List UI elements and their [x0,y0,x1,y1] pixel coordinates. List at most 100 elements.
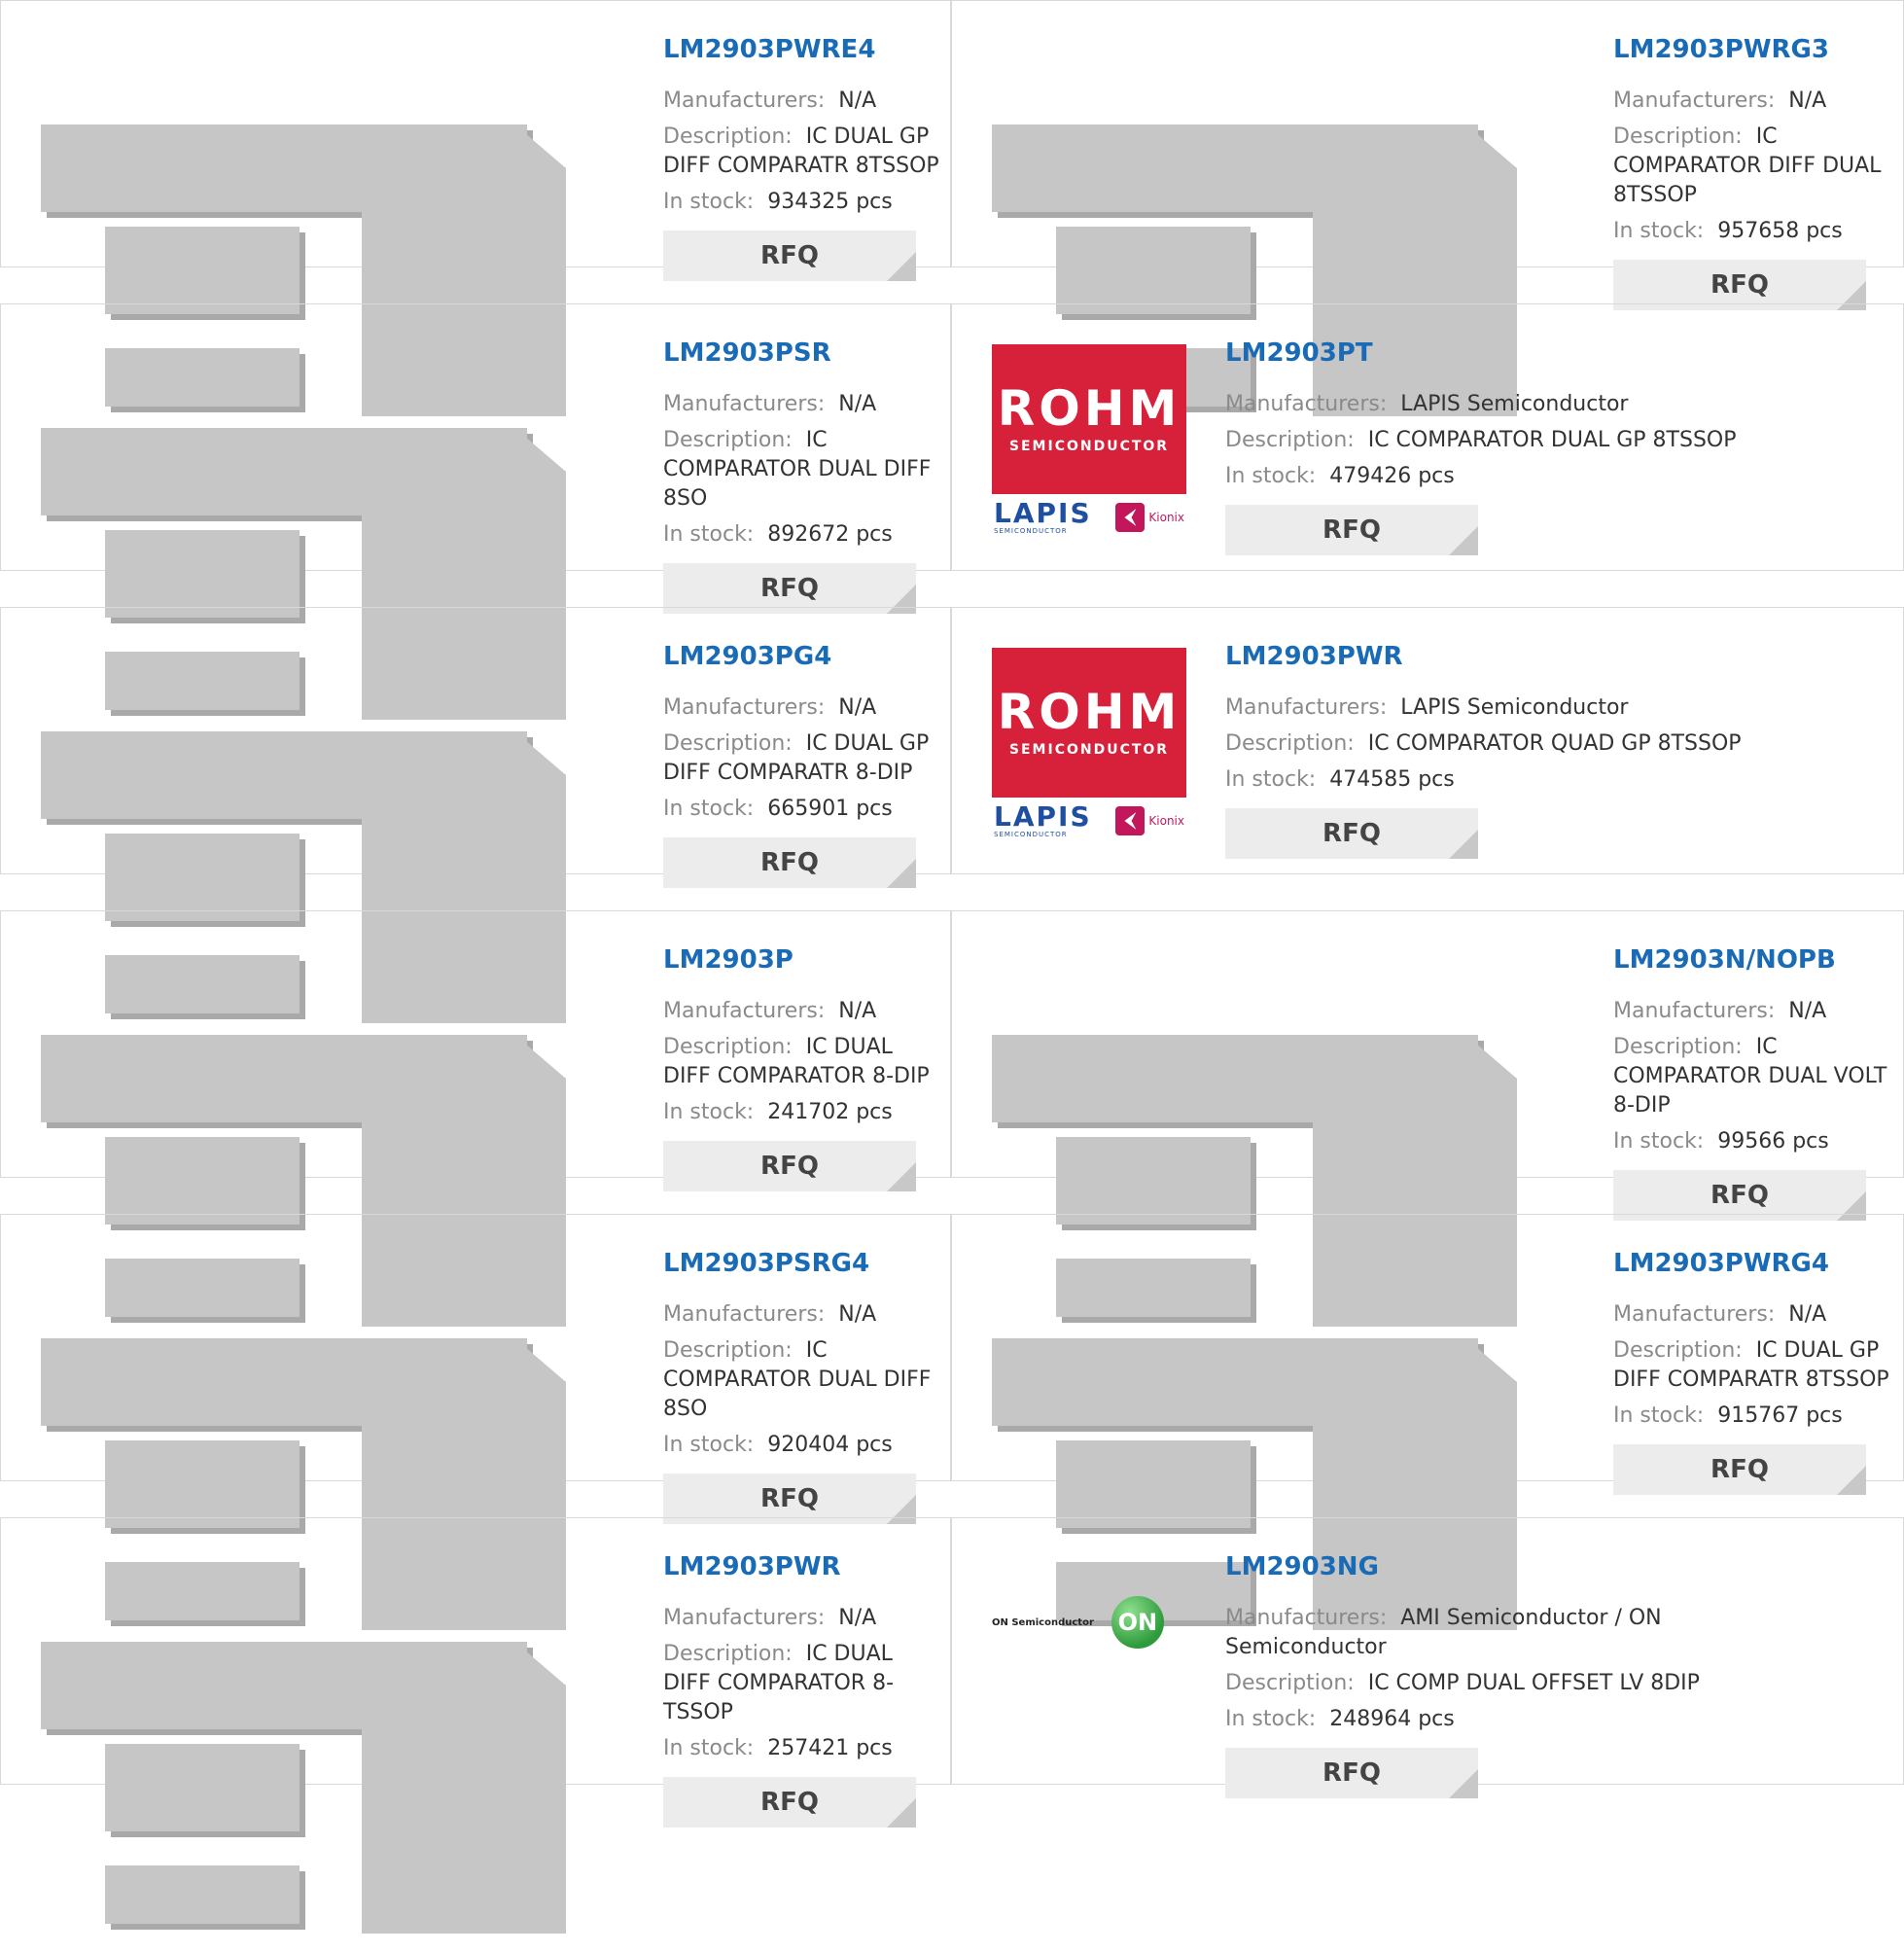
part-number-link[interactable]: LM2903PSR [663,338,945,369]
description-row: Description: IC DUAL GP DIFF COMPARATR 8T… [1613,1336,1895,1395]
stock-label: In stock: [663,522,755,548]
stock-label: In stock: [663,1433,755,1458]
part-number-link[interactable]: LM2903PWR [1225,642,1750,672]
description-value: IC COMPARATOR QUAD GP 8TSSOP [1367,731,1742,757]
description-row: Description: IC COMP DUAL OFFSET LV 8DIP [1225,1669,1750,1698]
description-row: Description: IC DUAL GP DIFF COMPARATR 8-… [663,729,945,788]
manufacturer-value: N/A [1788,89,1827,114]
description-label: Description: [663,428,793,453]
stock-row: In stock: 920404 pcs [663,1431,945,1460]
stock-row: In stock: 257421 pcs [663,1734,945,1763]
rohm-subtitle: SEMICONDUCTOR [1008,439,1170,454]
manufacturer-label: Manufacturers: [1225,392,1388,417]
stock-label: In stock: [663,190,755,215]
manufacturer-value: N/A [838,1606,877,1631]
kionix-logo: Kionix [1115,806,1184,835]
description-value: IC COMPARATOR DUAL GP 8TSSOP [1367,428,1737,453]
stock-value: 892672 pcs [767,522,893,548]
lapis-kionix-row: LAPIS SEMICONDUCTOR Kionix [992,494,1186,541]
stock-value: 241702 pcs [767,1100,893,1125]
manufacturer-label: Manufacturers: [1225,1606,1388,1631]
part-number-link[interactable]: LM2903P [663,945,945,976]
description-row: Description: IC COMPARATOR DUAL VOLT 8-DI… [1613,1033,1895,1120]
part-number-link[interactable]: LM2903PWRG4 [1613,1249,1895,1279]
part-number-link[interactable]: LM2903PWRG3 [1613,35,1895,65]
rfq-button[interactable]: RFQ [1225,505,1478,556]
manufacturer-value: N/A [838,392,877,417]
product-grid: LM2903PWRE4 Manufacturers: N/A Description:… [0,0,1904,1934]
product-info: LM2903PWRG3 Manufacturers: N/A Description:… [1613,35,1895,311]
manufacturer-value: LAPIS Semiconductor [1400,695,1629,721]
part-number-link[interactable]: LM2903PG4 [663,642,945,672]
rfq-button[interactable]: RFQ [1613,1444,1866,1496]
description-label: Description: [1225,1671,1355,1696]
description-row: Description: IC COMPARATOR DUAL DIFF 8SO [663,1336,945,1424]
rohm-subtitle: SEMICONDUCTOR [1008,742,1170,758]
stock-row: In stock: 241702 pcs [663,1098,945,1127]
rohm-logo: ROHM SEMICONDUCTOR [992,648,1186,798]
rohm-lapis-logo: ROHM SEMICONDUCTOR LAPIS SEMICONDUCTOR Kioni… [992,648,1186,844]
rfq-button[interactable]: RFQ [663,837,916,889]
manufacturer-row: Manufacturers: N/A [1613,1300,1895,1330]
manufacturer-label: Manufacturers: [663,999,826,1024]
rohm-lapis-logo: ROHM SEMICONDUCTOR LAPIS SEMICONDUCTOR Kioni… [992,344,1186,541]
rfq-button[interactable]: RFQ [663,231,916,282]
part-number-link[interactable]: LM2903PWR [663,1552,945,1582]
lapis-logo: LAPIS SEMICONDUCTOR [994,803,1092,839]
part-number-link[interactable]: LM2903PWRE4 [663,35,945,65]
part-number-link[interactable]: LM2903NG [1225,1552,1750,1582]
manufacturer-row: Manufacturers: AMI Semiconductor / ON Sem… [1225,1604,1750,1662]
kionix-icon [1115,503,1146,532]
product-info: LM2903PWR Manufacturers: LAPIS Semiconduct… [1225,642,1750,860]
manufacturer-row: Manufacturers: N/A [663,1604,945,1633]
stock-label: In stock: [663,797,755,822]
description-row: Description: IC DUAL DIFF COMPARATOR 8-DI… [663,1033,945,1091]
stock-value: 474585 pcs [1329,767,1455,793]
rfq-button[interactable]: RFQ [663,1141,916,1192]
manufacturer-label: Manufacturers: [663,392,826,417]
kionix-wordmark: Kionix [1148,814,1184,828]
manufacturer-value: LAPIS Semiconductor [1400,392,1629,417]
description-row: Description: IC COMPARATOR DUAL DIFF 8SO [663,426,945,514]
stock-label: In stock: [1225,1707,1317,1732]
stock-label: In stock: [1613,1403,1705,1429]
manufacturer-label: Manufacturers: [663,1302,826,1328]
description-row: Description: IC COMPARATOR DIFF DUAL 8TSS… [1613,123,1895,210]
lapis-logo: LAPIS SEMICONDUCTOR [994,497,1092,536]
product-info: LM2903PT Manufacturers: LAPIS Semiconducto… [1225,338,1750,556]
rohm-logo: ROHM SEMICONDUCTOR [992,344,1186,494]
lapis-kionix-row: LAPIS SEMICONDUCTOR Kionix [992,798,1186,844]
product-info: LM2903PWR Manufacturers: N/A Description: IC… [663,1552,945,1829]
description-label: Description: [663,731,793,757]
description-label: Description: [1613,1338,1743,1364]
part-number-link[interactable]: LM2903PT [1225,338,1750,369]
on-semiconductor-logo: ON Semiconductor ON [992,1593,1186,1651]
product-info: LM2903PWRE4 Manufacturers: N/A Description:… [663,35,945,282]
stock-label: In stock: [1225,464,1317,489]
description-row: Description: IC DUAL DIFF COMPARATOR 8-TS… [663,1640,945,1727]
description-label: Description: [1225,428,1355,453]
manufacturer-row: Manufacturers: N/A [663,390,945,419]
chip-lead [105,1865,300,1924]
stock-row: In stock: 479426 pcs [1225,462,1750,491]
on-wordmark: ON Semiconductor [992,1616,1094,1628]
manufacturer-value: N/A [838,695,877,721]
description-label: Description: [663,124,793,150]
rfq-button[interactable]: RFQ [663,1777,916,1829]
description-label: Description: [663,1642,793,1667]
rfq-button[interactable]: RFQ [1225,808,1478,860]
stock-value: 920404 pcs [767,1433,893,1458]
part-number-link[interactable]: LM2903N/NOPB [1613,945,1895,976]
manufacturer-value: N/A [838,89,877,114]
stock-value: 257421 pcs [767,1736,893,1761]
stock-row: In stock: 957658 pcs [1613,217,1895,246]
lapis-wordmark: LAPIS [994,497,1092,529]
manufacturer-row: Manufacturers: N/A [663,1300,945,1330]
stock-row: In stock: 248964 pcs [1225,1705,1750,1734]
rfq-button[interactable]: RFQ [1225,1748,1478,1799]
part-number-link[interactable]: LM2903PSRG4 [663,1249,945,1279]
manufacturer-value: N/A [1788,999,1827,1024]
description-label: Description: [663,1338,793,1364]
manufacturer-label: Manufacturers: [663,695,826,721]
description-label: Description: [1613,1035,1743,1060]
